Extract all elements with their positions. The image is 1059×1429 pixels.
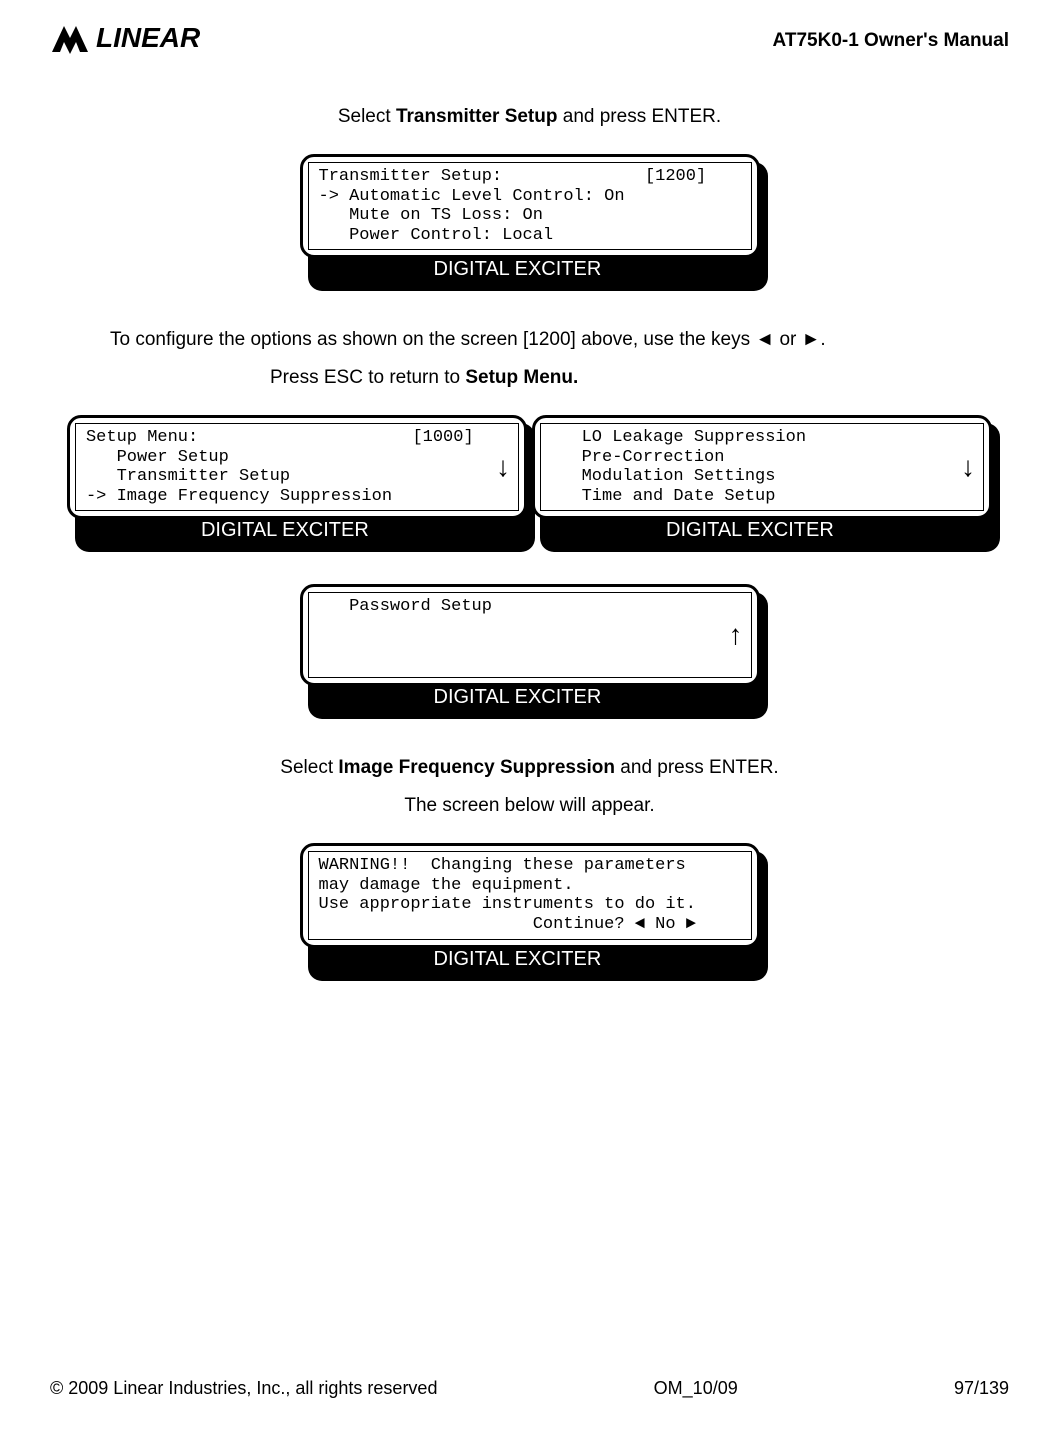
text: Select xyxy=(280,757,338,778)
brand-logo: LINEAR xyxy=(50,20,200,56)
text: Press ESC to return to xyxy=(270,367,465,388)
lcd-screen-menu2: LO Leakage Suppression Pre-Correction Mo… xyxy=(532,415,992,544)
lcd-screen-password: Password Setup DIGITAL EXCITER xyxy=(300,584,760,711)
page-footer: © 2009 Linear Industries, Inc., all righ… xyxy=(50,1378,1009,1399)
lcd-label: DIGITAL EXCITER xyxy=(420,256,616,283)
instruction-screen-below: The screen below will appear. xyxy=(50,795,1009,817)
lcd-content: LO Leakage Suppression Pre-Correction Mo… xyxy=(540,423,984,511)
brand-text: LINEAR xyxy=(96,22,200,54)
scroll-down-icon xyxy=(496,453,510,481)
lcd-label: DIGITAL EXCITER xyxy=(420,946,616,973)
copyright: © 2009 Linear Industries, Inc., all righ… xyxy=(50,1378,437,1399)
text-bold: Image Frequency Suppression xyxy=(338,757,615,778)
lcd-content: Setup Menu: [1000] Power Setup Transmitt… xyxy=(75,423,519,511)
text: Select xyxy=(338,106,396,127)
text-bold: Transmitter Setup xyxy=(396,106,558,127)
lcd-label: DIGITAL EXCITER xyxy=(652,517,848,544)
lcd-label: DIGITAL EXCITER xyxy=(187,517,383,544)
lcd-content: Password Setup xyxy=(308,592,752,678)
instruction-select-transmitter: Select Transmitter Setup and press ENTER… xyxy=(50,106,1009,128)
doc-id: OM_10/09 xyxy=(654,1378,738,1399)
text: and press ENTER. xyxy=(615,757,779,778)
instruction-keys: To configure the options as shown on the… xyxy=(110,329,969,351)
text: and press ENTER. xyxy=(557,106,721,127)
lcd-content: WARNING!! Changing these parameters may … xyxy=(308,851,752,939)
instruction-select-ifs: Select Image Frequency Suppression and p… xyxy=(50,757,1009,779)
scroll-up-icon xyxy=(729,621,743,649)
lcd-content: Transmitter Setup: [1200] -> Automatic L… xyxy=(308,162,752,250)
manual-title: AT75K0-1 Owner's Manual xyxy=(773,30,1009,52)
scroll-down-icon xyxy=(961,453,975,481)
page-number: 97/139 xyxy=(954,1378,1009,1399)
lcd-screen-1200: Transmitter Setup: [1200] -> Automatic L… xyxy=(300,154,760,283)
lcd-screen-warning: WARNING!! Changing these parameters may … xyxy=(300,843,760,972)
page-header: LINEAR AT75K0-1 Owner's Manual xyxy=(50,20,1009,56)
lcd-screen-1000: Setup Menu: [1000] Power Setup Transmitt… xyxy=(67,415,527,544)
linear-logo-icon xyxy=(50,20,90,56)
lcd-label: DIGITAL EXCITER xyxy=(420,684,616,711)
text-bold: Setup Menu. xyxy=(465,367,578,388)
instruction-esc: Press ESC to return to Setup Menu. xyxy=(270,367,1009,389)
